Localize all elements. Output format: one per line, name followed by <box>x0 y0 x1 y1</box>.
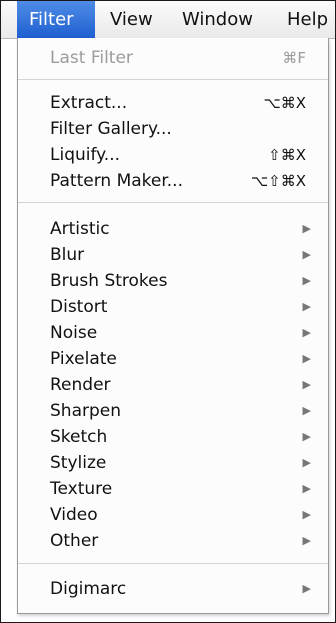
menu-item-label: Digimarc <box>50 579 127 599</box>
menu-item-label: Artistic <box>50 219 110 239</box>
keyboard-shortcut: ⇧⌘X <box>268 146 306 164</box>
submenu-arrow-icon: ▶ <box>302 456 311 469</box>
menu-item-label: Blur <box>50 245 85 265</box>
menu-item-stylize[interactable]: Stylize ▶ <box>18 451 328 475</box>
menu-item-noise[interactable]: Noise ▶ <box>18 321 328 345</box>
menu-separator <box>18 79 328 80</box>
menu-item-label: Texture <box>50 479 113 499</box>
menu-item-label: Noise <box>50 323 98 343</box>
submenu-arrow-icon: ▶ <box>302 352 311 365</box>
submenu-arrow-icon: ▶ <box>302 326 311 339</box>
submenu-arrow-icon: ▶ <box>302 582 311 595</box>
menu-item-texture[interactable]: Texture ▶ <box>18 477 328 501</box>
menu-item-label: Brush Strokes <box>50 271 168 291</box>
menu-bar: Filter View Window Help <box>1 1 335 39</box>
menu-item-label: Pattern Maker... <box>50 171 183 191</box>
submenu-arrow-icon: ▶ <box>302 378 311 391</box>
menu-item-label: Stylize <box>50 453 107 473</box>
submenu-arrow-icon: ▶ <box>302 508 311 521</box>
menu-item-pixelate[interactable]: Pixelate ▶ <box>18 347 328 371</box>
filter-dropdown-menu: Last Filter ⌘F Extract... ⌥⌘X Filter Gal… <box>17 38 329 614</box>
keyboard-shortcut: ⌥⌘X <box>263 94 306 112</box>
menu-separator <box>18 202 328 203</box>
menu-item-last-filter: Last Filter ⌘F <box>18 46 328 70</box>
menu-item-label: Distort <box>50 297 108 317</box>
menu-view[interactable]: View <box>110 1 153 38</box>
menu-item-pattern-maker[interactable]: Pattern Maker... ⌥⇧⌘X <box>18 169 328 193</box>
menu-item-liquify[interactable]: Liquify... ⇧⌘X <box>18 143 328 167</box>
menu-item-render[interactable]: Render ▶ <box>18 373 328 397</box>
menu-item-video[interactable]: Video ▶ <box>18 503 328 527</box>
menu-item-extract[interactable]: Extract... ⌥⌘X <box>18 91 328 115</box>
submenu-arrow-icon: ▶ <box>302 274 311 287</box>
menu-item-brush-strokes[interactable]: Brush Strokes ▶ <box>18 269 328 293</box>
submenu-arrow-icon: ▶ <box>302 300 311 313</box>
menu-item-label: Last Filter <box>50 48 133 68</box>
menu-item-label: Sharpen <box>50 401 121 421</box>
submenu-arrow-icon: ▶ <box>302 248 311 261</box>
menu-item-sharpen[interactable]: Sharpen ▶ <box>18 399 328 423</box>
menu-item-label: Video <box>50 505 98 525</box>
menu-item-label: Liquify... <box>50 145 121 165</box>
menu-item-label: Other <box>50 531 99 551</box>
menu-item-artistic[interactable]: Artistic ▶ <box>18 217 328 241</box>
submenu-arrow-icon: ▶ <box>302 430 311 443</box>
menu-item-blur[interactable]: Blur ▶ <box>18 243 328 267</box>
submenu-arrow-icon: ▶ <box>302 404 311 417</box>
menu-item-digimarc[interactable]: Digimarc ▶ <box>18 577 328 601</box>
keyboard-shortcut: ⌘F <box>282 49 306 67</box>
menu-window[interactable]: Window <box>182 1 253 38</box>
menu-item-label: Extract... <box>50 93 128 113</box>
menu-item-label: Filter Gallery... <box>50 119 172 139</box>
menu-separator <box>18 563 328 564</box>
menu-item-sketch[interactable]: Sketch ▶ <box>18 425 328 449</box>
menu-item-distort[interactable]: Distort ▶ <box>18 295 328 319</box>
submenu-arrow-icon: ▶ <box>302 482 311 495</box>
keyboard-shortcut: ⌥⇧⌘X <box>250 172 306 190</box>
menu-item-label: Render <box>50 375 111 395</box>
menu-item-other[interactable]: Other ▶ <box>18 529 328 553</box>
menu-filter[interactable]: Filter <box>17 1 95 38</box>
submenu-arrow-icon: ▶ <box>302 222 311 235</box>
menu-help[interactable]: Help <box>287 1 328 38</box>
menu-item-filter-gallery[interactable]: Filter Gallery... <box>18 117 328 141</box>
submenu-arrow-icon: ▶ <box>302 534 311 547</box>
menu-item-label: Pixelate <box>50 349 117 369</box>
menu-item-label: Sketch <box>50 427 108 447</box>
